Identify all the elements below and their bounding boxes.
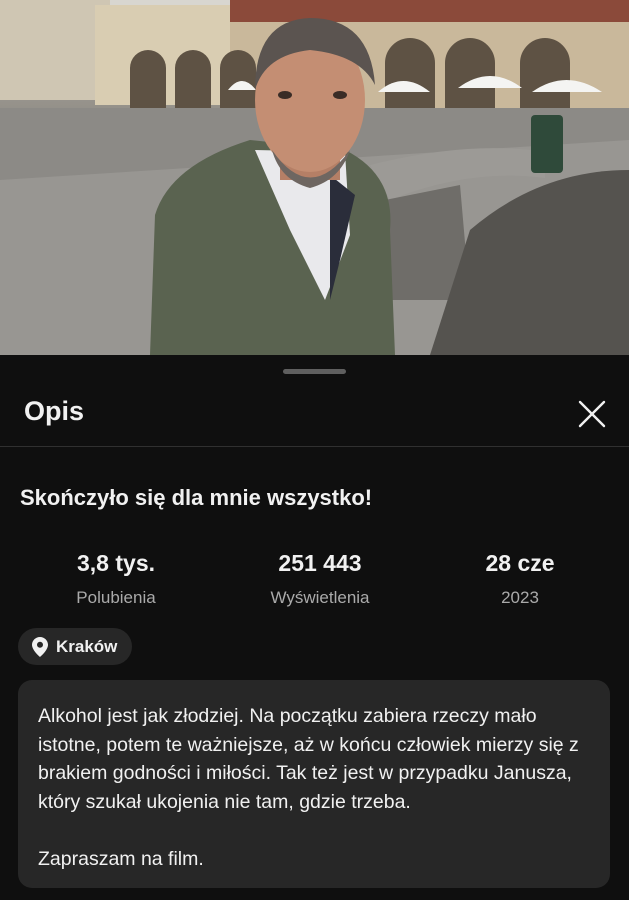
stat-likes-value: 3,8 tys. — [77, 550, 155, 576]
stat-views-label: Wyświetlenia — [270, 588, 370, 607]
description-box: Alkohol jest jak złodziej. Na początku z… — [18, 680, 610, 888]
location-label: Kraków — [56, 636, 118, 656]
location-pin-icon — [32, 636, 48, 657]
close-icon — [578, 400, 606, 428]
video-player[interactable] — [0, 0, 629, 355]
stat-date-year: 2023 — [501, 588, 539, 607]
location-chip[interactable]: Kraków — [18, 628, 133, 665]
sheet-title: Opis — [24, 396, 85, 426]
stat-views-value: 251 443 — [278, 550, 362, 576]
description-sheet: Opis Skończyło się dla mnie wszystko! 3,… — [0, 355, 629, 900]
drag-handle[interactable] — [283, 369, 346, 374]
sheet-header: Opis — [0, 388, 629, 447]
stat-views: 251 443 Wyświetlenia — [240, 550, 400, 608]
stat-likes: 3,8 tys. Polubienia — [36, 550, 196, 608]
video-frame — [0, 0, 629, 355]
video-title: Skończyło się dla mnie wszystko! — [20, 485, 373, 510]
description-paragraph-1: Alkohol jest jak złodziej. Na początku z… — [38, 705, 579, 813]
stat-date-value: 28 cze — [485, 550, 555, 576]
close-button[interactable] — [572, 394, 612, 434]
stat-date: 28 cze 2023 — [440, 550, 600, 608]
description-paragraph-2: Zapraszam na film. — [38, 847, 204, 870]
stat-likes-label: Polubienia — [76, 588, 156, 607]
